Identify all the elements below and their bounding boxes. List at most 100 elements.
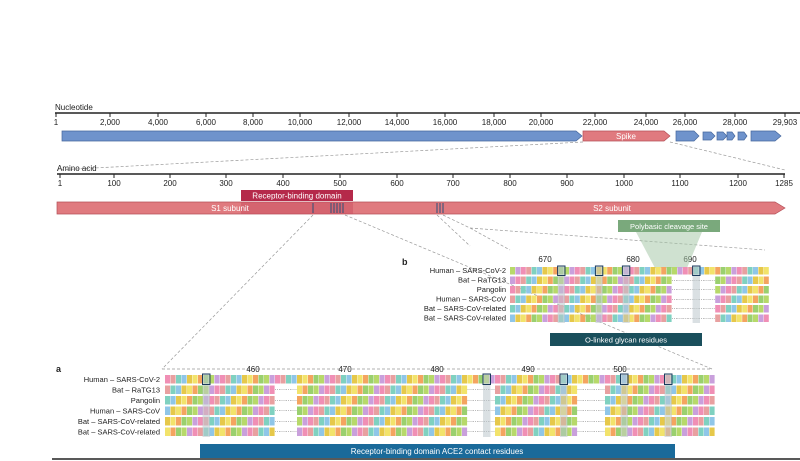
residue-cell — [638, 385, 644, 394]
residue-cell — [456, 396, 462, 405]
species-label: Pangolin — [477, 285, 506, 294]
residue-cell — [555, 396, 561, 405]
residue-cell — [542, 286, 548, 294]
residue-cell — [352, 396, 358, 405]
residue-cell — [462, 406, 468, 415]
residue-cell — [379, 406, 385, 415]
residue-cell — [330, 375, 336, 384]
residue-cell — [445, 385, 451, 394]
residue-cell — [198, 417, 204, 426]
residue-cell — [583, 375, 589, 384]
residue-cell — [736, 276, 742, 284]
residue-cell — [434, 427, 440, 436]
residue-cell — [736, 314, 742, 322]
residue-cell — [214, 396, 220, 405]
residue-cell — [264, 385, 270, 394]
residue-cell — [687, 396, 693, 405]
species-label: Pangolin — [131, 396, 160, 405]
residue-cell — [736, 295, 742, 303]
panel-b-expansion-inner — [469, 227, 511, 251]
residue-cell — [429, 385, 435, 394]
residue-cell — [500, 417, 506, 426]
residue-cell — [715, 286, 721, 294]
residue-cell — [645, 305, 650, 313]
residue-cell — [324, 396, 330, 405]
residue-cell — [618, 276, 623, 284]
residue-cell — [574, 276, 580, 284]
orf3a-arrow — [675, 130, 700, 142]
residue-cell — [506, 396, 512, 405]
residue-cell — [542, 314, 548, 322]
residue-cell — [660, 417, 666, 426]
residue-cell — [747, 267, 753, 275]
residue-cell — [495, 427, 501, 436]
residue-cell — [297, 396, 303, 405]
residue-cell — [639, 276, 645, 284]
nucleotide-tick-label: 10,000 — [288, 118, 313, 127]
residue-cell — [236, 417, 242, 426]
residue-cell — [676, 417, 682, 426]
residue-cell — [553, 295, 559, 303]
amino-acid-tick-label: 300 — [219, 179, 233, 188]
residue-cell — [654, 375, 660, 384]
residue-cell — [407, 406, 413, 415]
species-label: Human – SARS-CoV — [90, 407, 160, 416]
residue-cell — [313, 375, 319, 384]
residue-cell — [649, 427, 655, 436]
residue-cell — [610, 396, 616, 405]
residue-cell — [555, 406, 561, 415]
residue-cell — [495, 406, 501, 415]
residue-cell — [346, 427, 352, 436]
residue-cell — [638, 375, 644, 384]
nucleotide-tick-label: 26,000 — [673, 118, 698, 127]
residue-cell — [607, 286, 613, 294]
residue-cell — [612, 267, 618, 275]
residue-cell — [533, 385, 539, 394]
residue-cell — [170, 417, 176, 426]
residue-cell — [231, 427, 237, 436]
residue-cell — [324, 417, 330, 426]
residue-cell — [357, 396, 363, 405]
residue-cell — [639, 314, 645, 322]
residue-cell — [654, 427, 660, 436]
residue-cell — [533, 427, 539, 436]
residue-cell — [357, 427, 363, 436]
residue-cell — [709, 396, 715, 405]
residue-cell — [715, 267, 721, 275]
residue-cell — [231, 385, 237, 394]
residue-cell — [632, 406, 638, 415]
residue-cell — [682, 417, 688, 426]
residue-cell — [528, 385, 534, 394]
residue-cell — [610, 385, 616, 394]
residue-cell — [612, 295, 618, 303]
residue-cell — [302, 427, 308, 436]
residue-cell — [440, 417, 446, 426]
panel-a-alignment: Human – SARS-CoV-2 Bat – RaTG13Pangolin Hu… — [78, 373, 715, 437]
residue-cell — [412, 406, 418, 415]
residue-cell — [531, 295, 537, 303]
residue-cell — [192, 417, 198, 426]
nucleotide-tick-label: 6,000 — [196, 118, 217, 127]
residue-cell — [374, 406, 380, 415]
residue-cell — [763, 276, 769, 284]
nucleotide-tick-label: 2,000 — [100, 118, 121, 127]
residue-cell — [495, 417, 501, 426]
residue-cell — [423, 417, 429, 426]
residue-cell — [569, 305, 575, 313]
residue-cell — [495, 385, 501, 394]
residue-cell — [726, 314, 731, 322]
residue-cell — [242, 385, 248, 394]
residue-cell — [709, 385, 715, 394]
residue-cell — [612, 286, 618, 294]
residue-cell — [429, 396, 435, 405]
residue-cell — [269, 396, 275, 405]
residue-cell — [308, 427, 314, 436]
residue-cell — [753, 314, 758, 322]
residue-cell — [550, 417, 556, 426]
highlight-column — [620, 374, 628, 437]
residue-cell — [758, 276, 764, 284]
residue-cell — [682, 385, 688, 394]
residue-cell — [247, 396, 253, 405]
residue-cell — [308, 375, 314, 384]
residue-cell — [580, 305, 586, 313]
